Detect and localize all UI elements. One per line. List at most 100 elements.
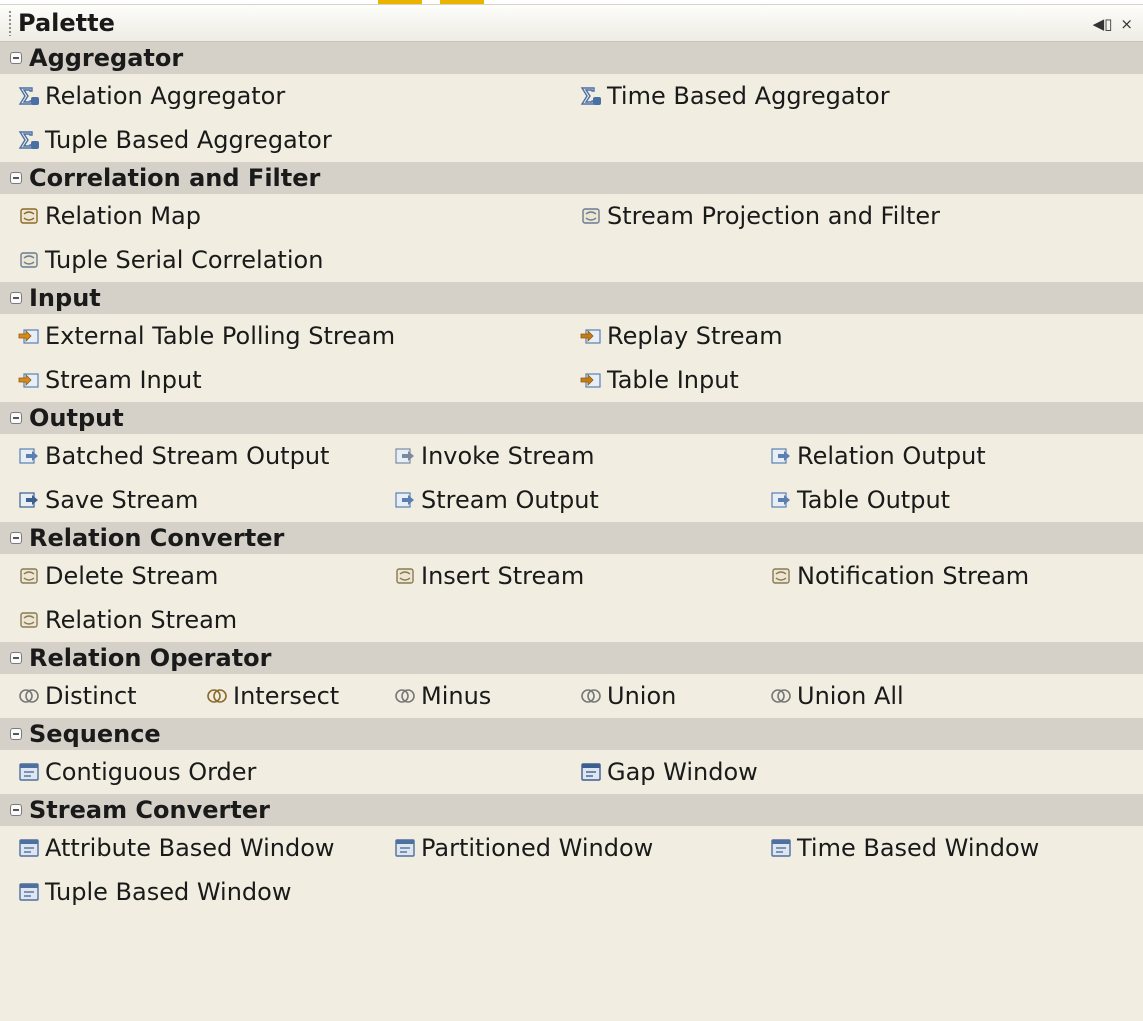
batched-output-icon [18, 446, 40, 466]
notification-stream-icon [770, 566, 792, 586]
palette-item-label: Minus [421, 682, 492, 710]
palette-item-relation-aggregator[interactable]: Relation Aggregator [18, 74, 285, 118]
palette-item-label: Relation Stream [45, 606, 238, 634]
palette-item-label: Replay Stream [607, 322, 783, 350]
palette-item-label: Relation Aggregator [45, 82, 286, 110]
palette-row: Relation Stream [0, 598, 1143, 642]
palette-row: External Table Polling Stream Replay Stre… [0, 314, 1143, 358]
collapse-icon[interactable] [10, 728, 22, 740]
palette-item-label: Tuple Serial Correlation [45, 246, 324, 274]
palette-item-external-table-polling-stream[interactable]: External Table Polling Stream [18, 314, 395, 358]
palette-row: Tuple Based Window [0, 870, 1143, 914]
palette-item-table-output[interactable]: Table Output [770, 478, 950, 522]
collapse-icon[interactable] [10, 652, 22, 664]
palette-row: Attribute Based Window Partitioned Window… [0, 826, 1143, 870]
category-header-sequence[interactable]: Sequence [0, 718, 1143, 750]
collapse-icon[interactable] [10, 804, 22, 816]
palette-item-tuple-serial-correlation[interactable]: Tuple Serial Correlation [18, 238, 323, 282]
palette-item-delete-stream[interactable]: Delete Stream [18, 554, 218, 598]
palette-item-intersect[interactable]: Intersect [206, 674, 339, 718]
palette-item-time-based-aggregator[interactable]: Time Based Aggregator [580, 74, 890, 118]
palette-item-label: Tuple Based Aggregator [45, 126, 332, 154]
palette-item-label: Batched Stream Output [45, 442, 330, 470]
category-header-aggregator[interactable]: Aggregator [0, 42, 1143, 74]
collapse-icon[interactable] [10, 412, 22, 424]
palette-item-label: Relation Output [797, 442, 986, 470]
palette-item-invoke-stream[interactable]: Invoke Stream [394, 434, 594, 478]
palette-panel: Palette ◀▯ × Aggregator Relation Aggregat… [0, 0, 1143, 1021]
category-label: Sequence [29, 720, 161, 748]
replay-stream-icon [580, 326, 602, 346]
palette-item-partitioned-window[interactable]: Partitioned Window [394, 826, 653, 870]
palette-item-label: Delete Stream [45, 562, 219, 590]
palette-row: Tuple Based Aggregator [0, 118, 1143, 162]
palette-item-tuple-based-aggregator[interactable]: Tuple Based Aggregator [18, 118, 332, 162]
category-label: Relation Converter [29, 524, 285, 552]
close-button[interactable]: × [1120, 15, 1133, 33]
palette-item-label: Table Input [607, 366, 739, 394]
palette-item-label: Stream Input [45, 366, 202, 394]
category-label: Output [29, 404, 124, 432]
palette-item-label: Union All [797, 682, 904, 710]
palette-item-relation-stream[interactable]: Relation Stream [18, 598, 237, 642]
palette-row: Tuple Serial Correlation [0, 238, 1143, 282]
palette-item-stream-input[interactable]: Stream Input [18, 358, 202, 402]
palette-row: Relation Map Stream Projection and Filter [0, 194, 1143, 238]
partitioned-window-icon [394, 838, 416, 858]
palette-item-label: Tuple Based Window [45, 878, 292, 906]
category-label: Correlation and Filter [29, 164, 321, 192]
category-header-correlation-and-filter[interactable]: Correlation and Filter [0, 162, 1143, 194]
collapse-icon[interactable] [10, 172, 22, 184]
palette-item-label: Gap Window [607, 758, 758, 786]
palette-item-notification-stream[interactable]: Notification Stream [770, 554, 1029, 598]
palette-item-label: Relation Map [45, 202, 201, 230]
union-icon [580, 686, 602, 706]
palette-item-relation-output[interactable]: Relation Output [770, 434, 986, 478]
palette-item-tuple-based-window[interactable]: Tuple Based Window [18, 870, 291, 914]
category-label: Stream Converter [29, 796, 270, 824]
relation-stream-icon [18, 610, 40, 630]
palette-item-save-stream[interactable]: Save Stream [18, 478, 198, 522]
category-header-input[interactable]: Input [0, 282, 1143, 314]
minimize-button[interactable]: ◀▯ [1093, 15, 1113, 33]
category-header-relation-operator[interactable]: Relation Operator [0, 642, 1143, 674]
stream-input-icon [18, 370, 40, 390]
palette-item-replay-stream[interactable]: Replay Stream [580, 314, 783, 358]
palette-item-union[interactable]: Union [580, 674, 676, 718]
palette-item-time-based-window[interactable]: Time Based Window [770, 826, 1039, 870]
category-header-relation-converter[interactable]: Relation Converter [0, 522, 1143, 554]
tuple-window-icon [18, 882, 40, 902]
sigma-relation-icon [18, 86, 40, 106]
palette-row: Relation Aggregator Time Based Aggregator [0, 74, 1143, 118]
stream-output-icon [394, 490, 416, 510]
palette-row: Distinct Intersect Minus Union Union All [0, 674, 1143, 718]
sigma-time-icon [580, 86, 602, 106]
palette-item-label: Save Stream [45, 486, 199, 514]
palette-item-stream-projection-and-filter[interactable]: Stream Projection and Filter [580, 194, 940, 238]
palette-item-insert-stream[interactable]: Insert Stream [394, 554, 584, 598]
category-header-output[interactable]: Output [0, 402, 1143, 434]
projection-filter-icon [580, 206, 602, 226]
union-all-icon [770, 686, 792, 706]
palette-item-union-all[interactable]: Union All [770, 674, 904, 718]
relation-map-icon [18, 206, 40, 226]
palette-item-distinct[interactable]: Distinct [18, 674, 137, 718]
palette-item-relation-map[interactable]: Relation Map [18, 194, 201, 238]
palette-item-label: Invoke Stream [421, 442, 595, 470]
drag-grip-icon[interactable] [8, 10, 12, 36]
category-header-stream-converter[interactable]: Stream Converter [0, 794, 1143, 826]
palette-item-table-input[interactable]: Table Input [580, 358, 739, 402]
collapse-icon[interactable] [10, 292, 22, 304]
insert-stream-icon [394, 566, 416, 586]
palette-row: Save Stream Stream Output Table Output [0, 478, 1143, 522]
palette-item-attribute-based-window[interactable]: Attribute Based Window [18, 826, 335, 870]
collapse-icon[interactable] [10, 532, 22, 544]
collapse-icon[interactable] [10, 52, 22, 64]
palette-item-batched-stream-output[interactable]: Batched Stream Output [18, 434, 329, 478]
palette-item-contiguous-order[interactable]: Contiguous Order [18, 750, 256, 794]
distinct-icon [18, 686, 40, 706]
palette-item-label: Stream Output [421, 486, 599, 514]
palette-item-stream-output[interactable]: Stream Output [394, 478, 599, 522]
palette-item-minus[interactable]: Minus [394, 674, 491, 718]
palette-item-gap-window[interactable]: Gap Window [580, 750, 758, 794]
